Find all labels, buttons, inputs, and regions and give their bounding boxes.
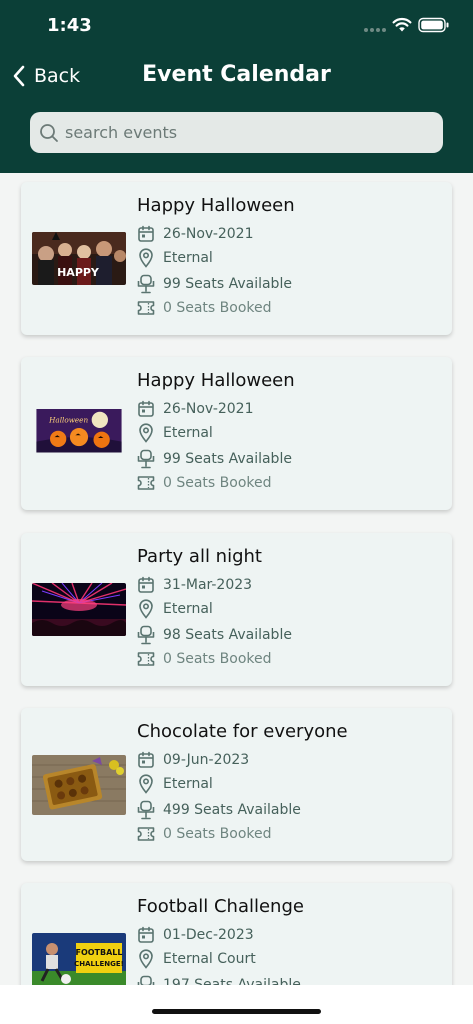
status-bar: 1:43 (0, 0, 473, 52)
seat-icon (137, 800, 155, 820)
event-date: 09-Jun-2023 (163, 752, 250, 768)
search-input[interactable] (65, 123, 425, 142)
event-thumbnail (32, 755, 126, 815)
seat-icon (137, 449, 155, 469)
status-time: 1:43 (47, 15, 92, 36)
event-seats-booked-row: 0 Seats Booked (137, 297, 272, 319)
event-seats-available: 98 Seats Available (163, 627, 292, 643)
event-venue-row: Eternal (137, 422, 213, 444)
event-title: Football Challenge (137, 896, 304, 917)
event-seats-available-row: 99 Seats Available (137, 273, 292, 295)
event-venue: Eternal Court (163, 951, 256, 967)
ticket-icon (137, 301, 155, 315)
event-date: 01-Dec-2023 (163, 927, 254, 943)
seat-icon (137, 975, 155, 985)
seat-icon (137, 625, 155, 645)
event-seats-available-row: 197 Seats Available (137, 974, 301, 985)
event-title: Chocolate for everyone (137, 721, 348, 742)
location-pin-icon (139, 949, 153, 969)
location-pin-icon (139, 599, 153, 619)
nav-bar: Back Event Calendar (0, 56, 473, 96)
event-seats-booked: 0 Seats Booked (163, 300, 272, 316)
home-indicator-area (0, 985, 473, 1024)
event-seats-booked: 0 Seats Booked (163, 475, 272, 491)
svg-text:FOOTBALL: FOOTBALL (75, 948, 122, 957)
event-date: 26-Nov-2021 (163, 401, 254, 417)
search-bar[interactable] (30, 112, 443, 153)
event-seats-available: 99 Seats Available (163, 276, 292, 292)
event-card[interactable]: FOOTBALL CHALLENGE! Football Challenge 0… (21, 883, 452, 985)
calendar-icon (138, 400, 154, 417)
event-thumbnail (32, 583, 126, 636)
event-title: Party all night (137, 546, 262, 567)
event-thumbnail: Halloween (36, 409, 122, 453)
event-venue: Eternal (163, 776, 213, 792)
event-seats-booked: 0 Seats Booked (163, 651, 272, 667)
event-title: Happy Halloween (137, 195, 295, 216)
event-venue: Eternal (163, 601, 213, 617)
event-card[interactable]: Chocolate for everyone 09-Jun-2023 Etern… (21, 708, 452, 861)
page-title: Event Calendar (142, 62, 331, 87)
event-seats-available: 197 Seats Available (163, 977, 301, 985)
event-venue: Eternal (163, 250, 213, 266)
event-date-row: 09-Jun-2023 (137, 749, 249, 771)
event-venue-row: Eternal (137, 247, 213, 269)
seat-icon (137, 274, 155, 294)
event-card[interactable]: Halloween Happy Halloween 26-Nov-2021 Et… (21, 357, 452, 510)
event-card[interactable]: HAPPY Happy Halloween 26-Nov-2021 Eterna… (21, 182, 452, 335)
svg-text:HAPPY: HAPPY (57, 266, 100, 279)
svg-text:Halloween: Halloween (48, 416, 88, 425)
calendar-icon (138, 751, 154, 768)
event-seats-available-row: 99 Seats Available (137, 448, 292, 470)
location-pin-icon (139, 774, 153, 794)
signal-icon (364, 28, 386, 32)
event-seats-booked: 0 Seats Booked (163, 826, 272, 842)
wifi-icon (392, 17, 412, 32)
event-venue-row: Eternal Court (137, 948, 256, 970)
battery-icon (418, 17, 449, 33)
calendar-icon (138, 926, 154, 943)
event-date-row: 31-Mar-2023 (137, 574, 252, 596)
svg-text:CHALLENGE!: CHALLENGE! (74, 960, 124, 968)
header: 1:43 Back Event Calendar (0, 0, 473, 173)
event-seats-booked-row: 0 Seats Booked (137, 823, 272, 845)
event-card[interactable]: Party all night 31-Mar-2023 Eternal 98 S… (21, 533, 452, 686)
event-seats-available: 99 Seats Available (163, 451, 292, 467)
event-title: Happy Halloween (137, 370, 295, 391)
event-venue-row: Eternal (137, 598, 213, 620)
ticket-icon (137, 476, 155, 490)
event-date-row: 26-Nov-2021 (137, 223, 254, 245)
home-indicator[interactable] (152, 1009, 321, 1014)
search-icon (40, 123, 58, 142)
location-pin-icon (139, 423, 153, 443)
ticket-icon (137, 652, 155, 666)
calendar-icon (138, 225, 154, 242)
event-thumbnail: FOOTBALL CHALLENGE! (32, 933, 126, 985)
ticket-icon (137, 827, 155, 841)
event-seats-available: 499 Seats Available (163, 802, 301, 818)
event-seats-booked-row: 0 Seats Booked (137, 472, 272, 494)
event-list[interactable]: HAPPY Happy Halloween 26-Nov-2021 Eterna… (0, 173, 473, 985)
event-date-row: 01-Dec-2023 (137, 924, 254, 946)
event-thumbnail: HAPPY (32, 232, 126, 285)
event-venue: Eternal (163, 425, 213, 441)
event-date: 26-Nov-2021 (163, 226, 254, 242)
event-venue-row: Eternal (137, 773, 213, 795)
event-date-row: 26-Nov-2021 (137, 398, 254, 420)
event-date: 31-Mar-2023 (163, 577, 253, 593)
event-seats-available-row: 499 Seats Available (137, 799, 301, 821)
event-seats-available-row: 98 Seats Available (137, 624, 292, 646)
calendar-icon (138, 576, 154, 593)
event-seats-booked-row: 0 Seats Booked (137, 648, 272, 670)
location-pin-icon (139, 248, 153, 268)
